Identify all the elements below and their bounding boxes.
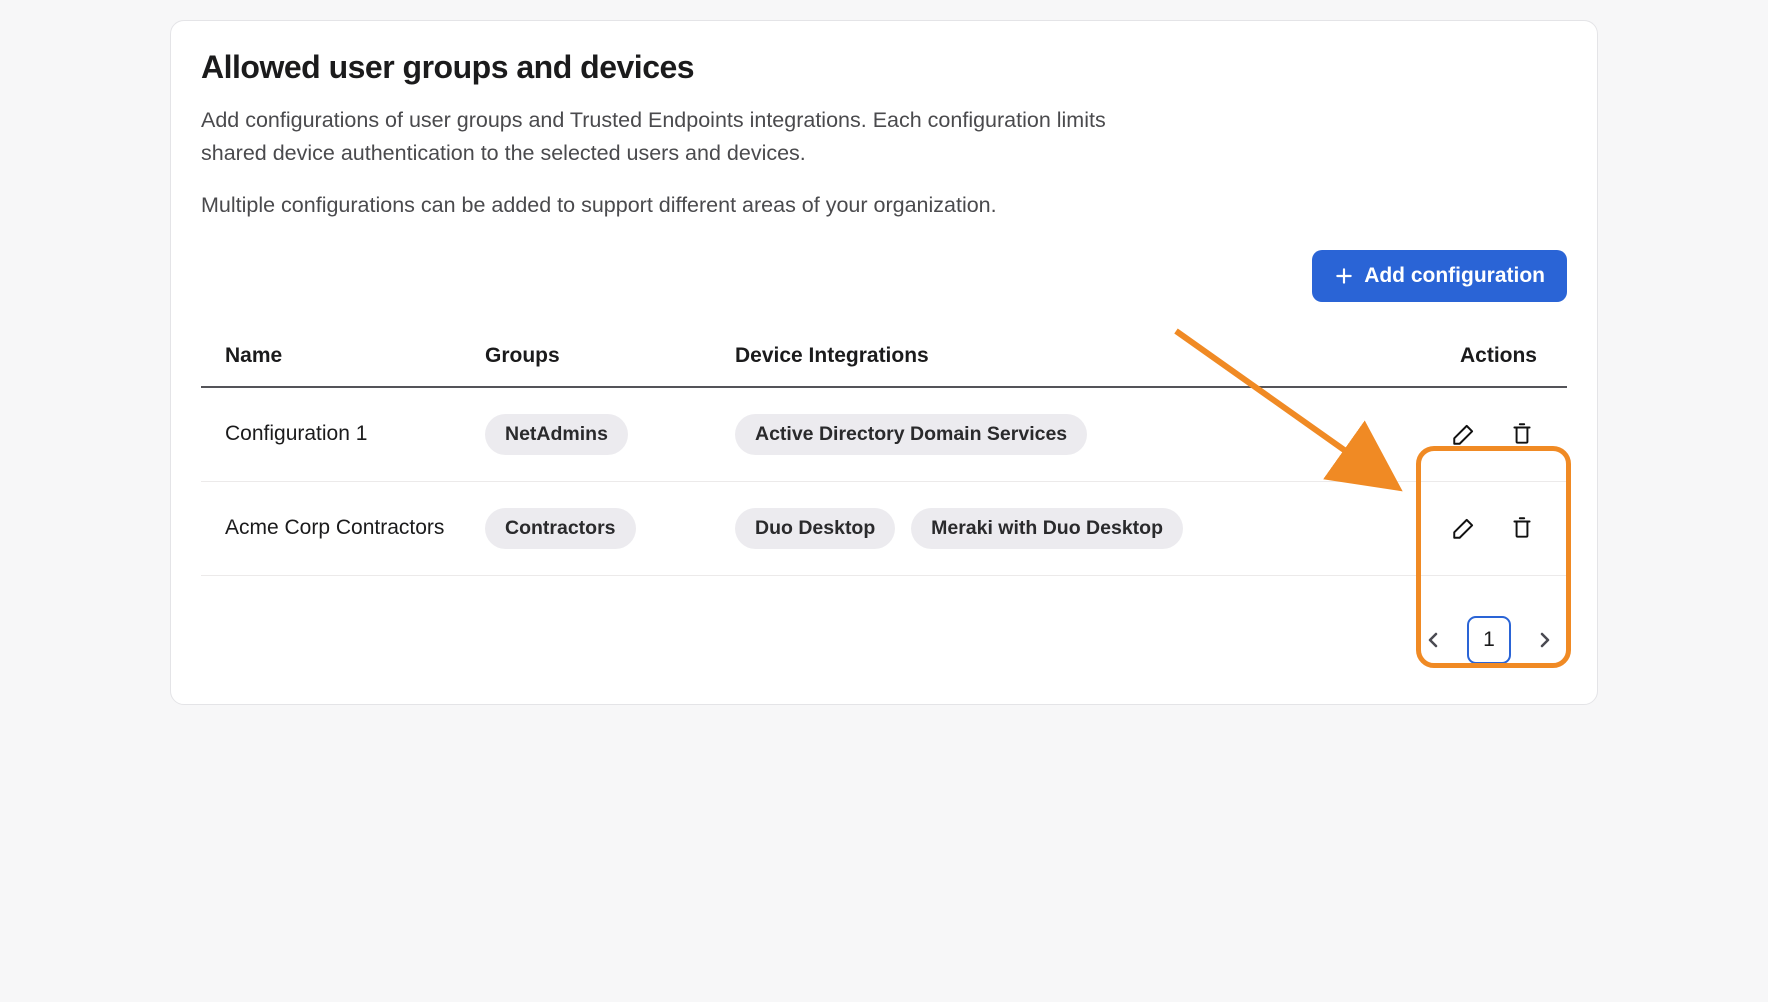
section-title: Allowed user groups and devices	[201, 49, 1567, 86]
trash-icon	[1509, 515, 1535, 541]
section-description-1: Add configurations of user groups and Tr…	[201, 104, 1161, 171]
prev-page-button[interactable]	[1417, 624, 1449, 656]
configurations-table: Name Groups Device Integrations Actions …	[201, 328, 1567, 576]
config-name: Acme Corp Contractors	[201, 481, 475, 575]
edit-button[interactable]	[1445, 415, 1483, 453]
pagination: 1	[201, 616, 1567, 664]
integration-pill: Active Directory Domain Services	[735, 414, 1087, 455]
group-pill: NetAdmins	[485, 414, 628, 455]
delete-button[interactable]	[1503, 509, 1541, 547]
add-configuration-label: Add configuration	[1364, 264, 1545, 288]
edit-button[interactable]	[1445, 509, 1483, 547]
table-row: Acme Corp Contractors Contractors Duo De…	[201, 481, 1567, 575]
chevron-left-icon	[1421, 628, 1445, 652]
group-pill: Contractors	[485, 508, 636, 549]
page-number-current[interactable]: 1	[1467, 616, 1511, 664]
pencil-icon	[1451, 421, 1477, 447]
column-header-groups: Groups	[475, 328, 725, 387]
table-row: Configuration 1 NetAdmins Active Directo…	[201, 387, 1567, 482]
column-header-integrations: Device Integrations	[725, 328, 1361, 387]
allowed-groups-card: Allowed user groups and devices Add conf…	[170, 20, 1598, 705]
column-header-actions: Actions	[1361, 328, 1567, 387]
config-name: Configuration 1	[201, 387, 475, 482]
trash-icon	[1509, 421, 1535, 447]
plus-icon	[1334, 266, 1354, 286]
section-description-2: Multiple configurations can be added to …	[201, 189, 1567, 222]
column-header-name: Name	[201, 328, 475, 387]
integration-pill: Meraki with Duo Desktop	[911, 508, 1183, 549]
pencil-icon	[1451, 515, 1477, 541]
chevron-right-icon	[1533, 628, 1557, 652]
next-page-button[interactable]	[1529, 624, 1561, 656]
integration-pill: Duo Desktop	[735, 508, 895, 549]
delete-button[interactable]	[1503, 415, 1541, 453]
add-configuration-button[interactable]: Add configuration	[1312, 250, 1567, 302]
